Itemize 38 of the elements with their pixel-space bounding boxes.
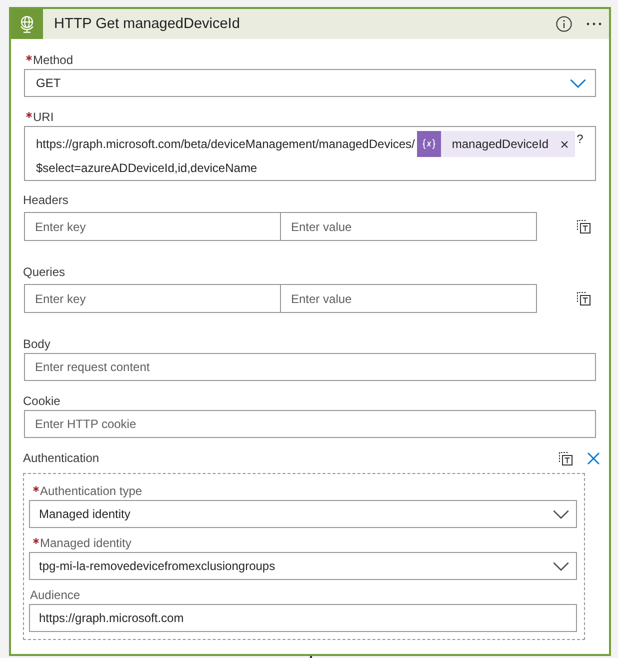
key-input[interactable]: Enter key	[24, 212, 281, 241]
uri-text: https://graph.microsoft.com/beta/deviceManagement/managedDevices/	[36, 137, 415, 151]
uri-field[interactable]: https://graph.microsoft.com/beta/deviceManagement/managedDevices/ managedDeviceId ? $select=azureADDeviceId,id,deviceName	[24, 126, 596, 181]
field-label: Managed identity	[40, 536, 132, 550]
uri-text: ?	[576, 132, 584, 146]
field-label: Headers	[23, 193, 68, 207]
more-icon[interactable]	[586, 22, 602, 26]
dropdown[interactable]: GET	[24, 69, 596, 97]
field-label: Body	[23, 337, 50, 351]
t-box-icon[interactable]	[558, 450, 573, 466]
uri-text: $select=azureADDeviceId,id,deviceName	[36, 160, 258, 174]
field-label: Method	[33, 53, 74, 67]
expression-icon	[416, 131, 441, 157]
dropdown[interactable]: tpg-mi-la-removedevicefromexclusiongroups	[29, 552, 577, 580]
chevron-down-icon	[553, 510, 569, 518]
key-input[interactable]: Enter key	[24, 284, 281, 313]
chevron-down-icon	[553, 562, 569, 570]
text-input[interactable]: Enter request content	[24, 353, 596, 381]
card-title: HTTP Get managedDeviceId	[54, 16, 241, 32]
field-label: Authentication	[23, 451, 100, 465]
field-label: Queries	[23, 265, 66, 279]
field-label: URI	[33, 110, 54, 124]
t-box-icon[interactable]	[576, 219, 591, 234]
value-input[interactable]: Enter value	[280, 212, 537, 241]
token-label: managedDeviceId	[450, 137, 549, 151]
close-icon[interactable]	[560, 140, 568, 148]
t-box-icon[interactable]	[576, 291, 591, 306]
value-input[interactable]: Enter value	[280, 284, 537, 313]
text-input[interactable]: Enter HTTP cookie	[24, 410, 596, 438]
close-icon[interactable]	[587, 452, 600, 464]
token-chip[interactable]: managedDeviceId	[416, 131, 575, 157]
text-input[interactable]: https://graph.microsoft.com	[29, 604, 577, 632]
field-label: Authentication type	[40, 484, 142, 498]
chevron-down-icon	[570, 78, 586, 88]
field-label: Cookie	[23, 394, 60, 408]
info-icon[interactable]	[556, 16, 572, 32]
dropdown[interactable]: Managed identity	[29, 500, 577, 528]
field-label: Audience	[30, 588, 80, 602]
